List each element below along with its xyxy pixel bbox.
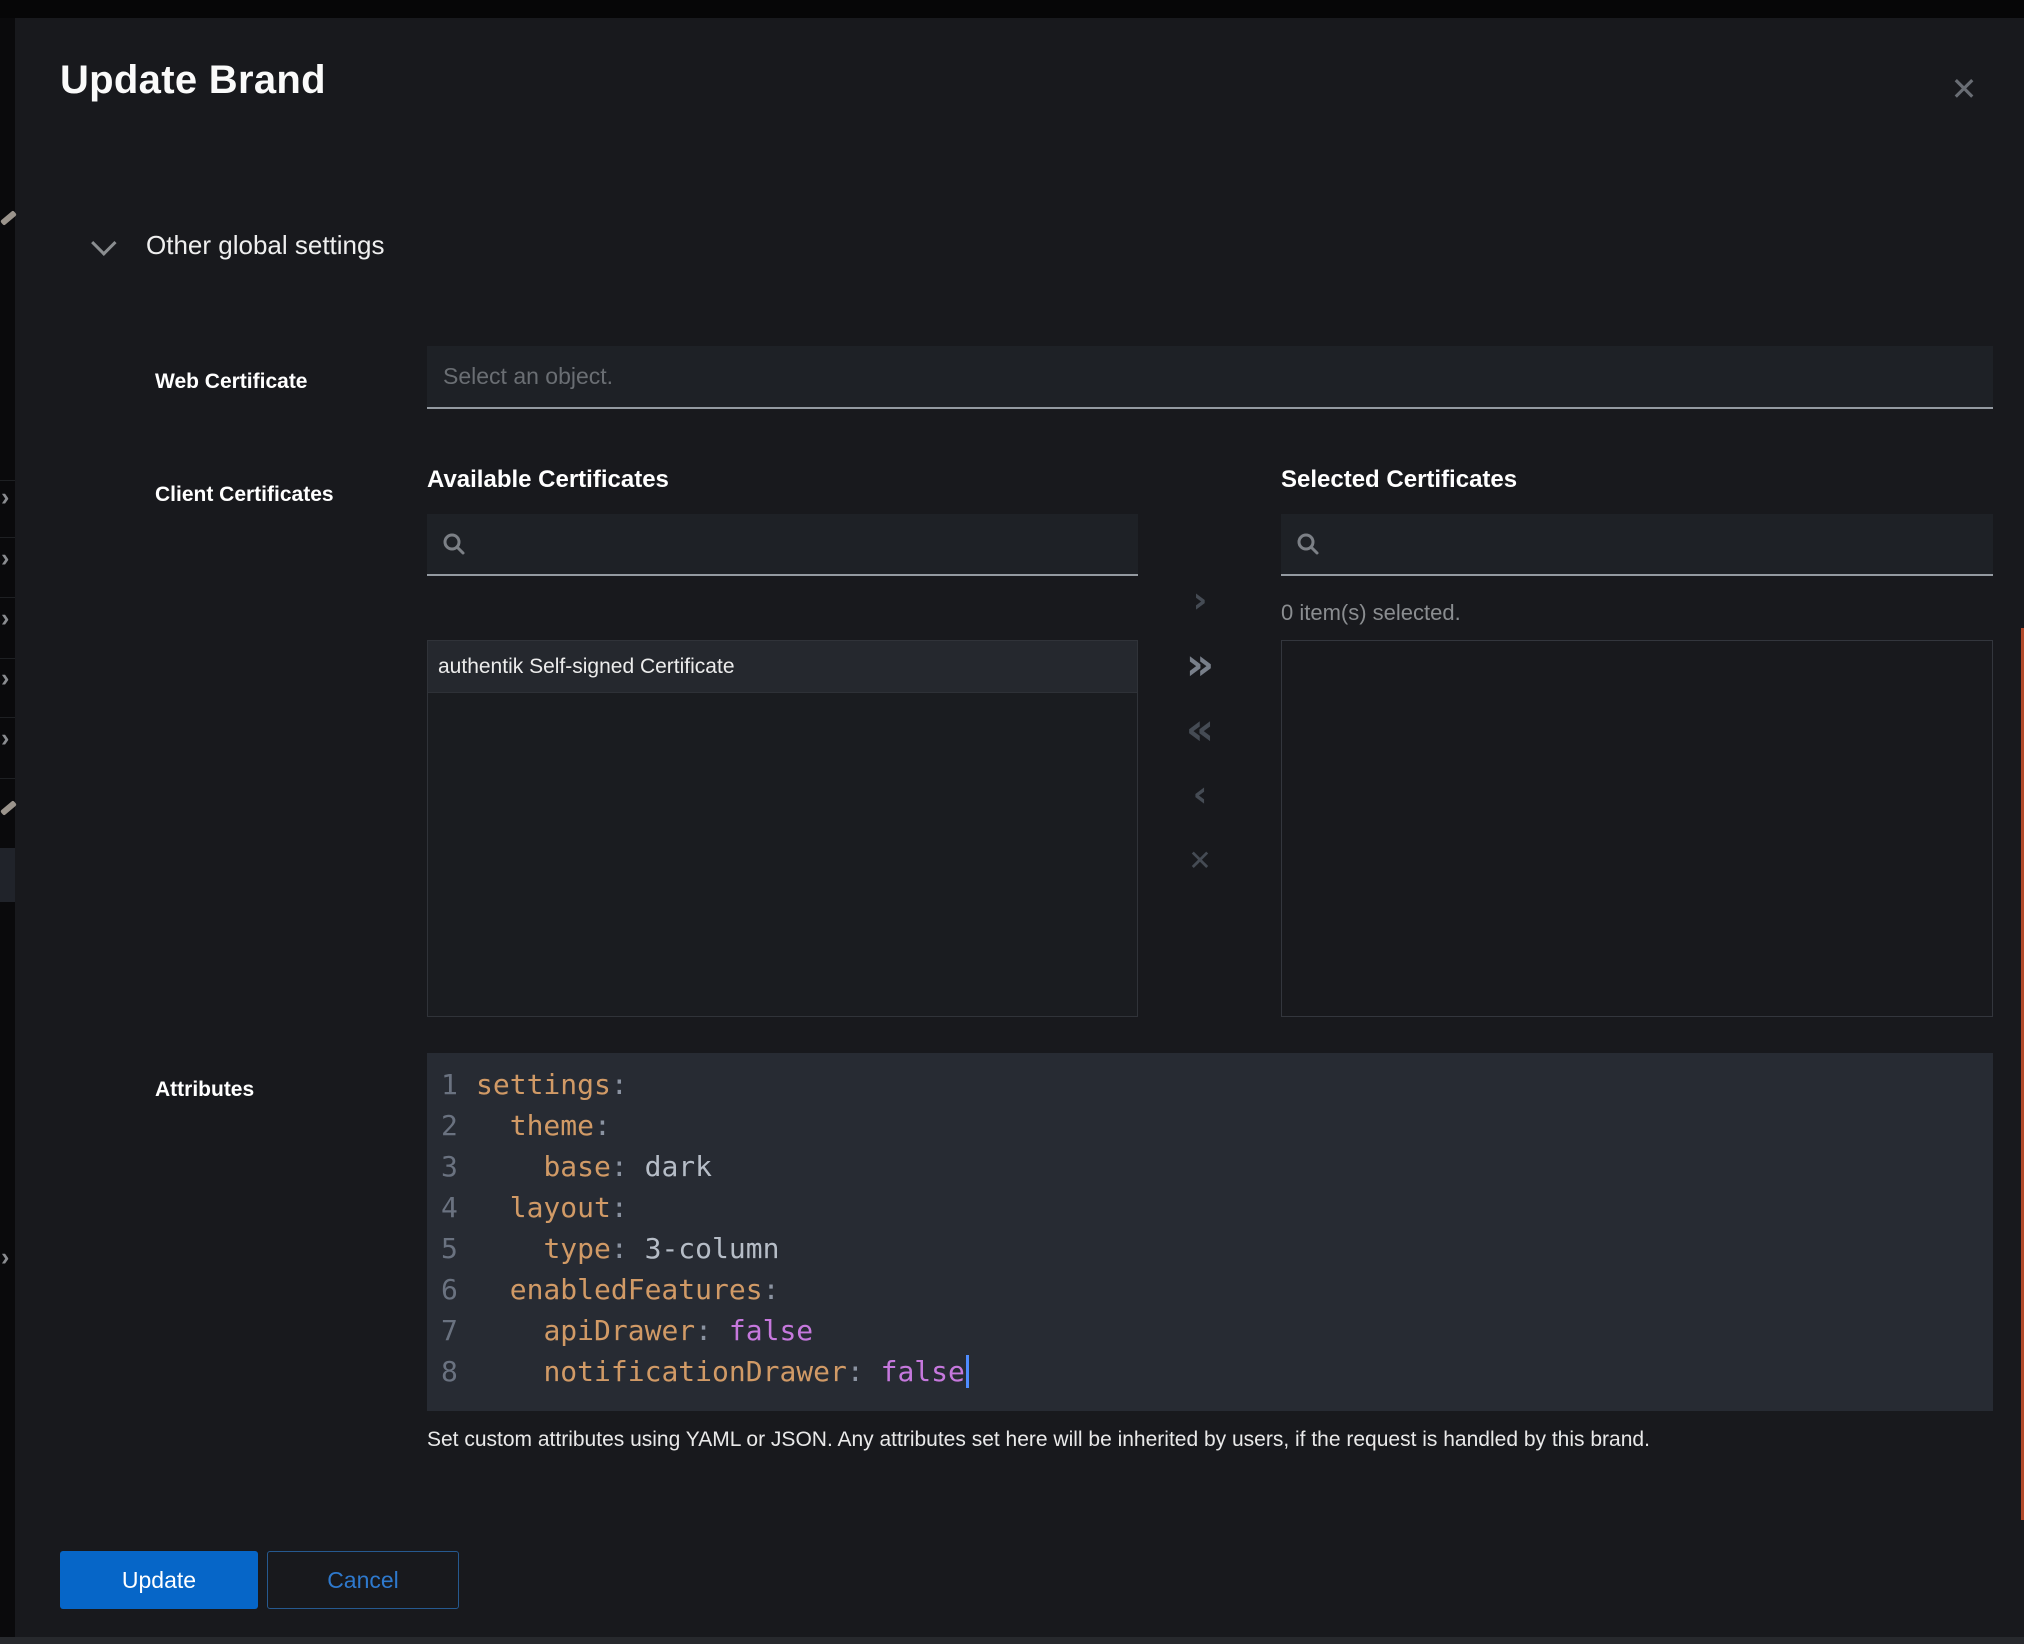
top-edge-strip [0,0,2024,18]
sidebar-chevron-icon-fragment: › [1,666,9,691]
line-number: 8 [427,1351,476,1392]
web-certificate-select[interactable]: Select an object. [427,346,1993,409]
line-number: 7 [427,1310,476,1351]
line-number: 4 [427,1187,476,1228]
attributes-code-editor[interactable]: 1settings:2 theme:3 base: dark4 layout:5… [427,1053,1993,1411]
sidebar-chevron-icon-fragment: › [1,1245,9,1270]
sidebar-divider [0,658,15,659]
update-brand-modal-screen: › › › › › › Update Brand ✕ Other global … [0,0,2024,1644]
attributes-help-text: Set custom attributes using YAML or JSON… [427,1428,1947,1452]
sidebar-divider [0,597,15,598]
clear-selection-icon[interactable]: ✕ [1168,837,1232,885]
section-toggle-other-global-settings[interactable]: Other global settings [92,230,384,261]
code-line: 5 type: 3-column [427,1228,1993,1269]
sidebar-chevron-icon-fragment: › [1,726,9,751]
close-icon[interactable]: ✕ [1938,66,1990,112]
line-number: 6 [427,1269,476,1310]
code-line: 8 notificationDrawer: false [427,1351,1993,1392]
modal-title: Update Brand [60,58,326,103]
add-selected-button[interactable]: › [1168,577,1232,625]
selected-search-input[interactable] [1332,530,1978,558]
code-line: 6 enabledFeatures: [427,1269,1993,1310]
line-number: 1 [427,1064,476,1105]
remove-all-button[interactable]: « [1168,706,1232,754]
attributes-label: Attributes [155,1078,254,1102]
bottom-edge-strip [0,1637,2024,1644]
sidebar-divider [0,480,15,481]
line-number: 5 [427,1228,476,1269]
client-certificates-label: Client Certificates [155,483,334,507]
sidebar-chevron-icon-fragment: › [1,485,9,510]
line-number: 2 [427,1105,476,1146]
sidebar-chevron-icon-fragment: › [1,546,9,571]
code-line: 4 layout: [427,1187,1993,1228]
code-line: 1settings: [427,1064,1993,1105]
line-number: 3 [427,1146,476,1187]
available-certificates-list[interactable]: authentik Self-signed Certificate [427,640,1138,1017]
sidebar-chevron-icon-fragment: › [1,606,9,631]
code-line: 7 apiDrawer: false [427,1310,1993,1351]
code-line: 2 theme: [427,1105,1993,1146]
available-search-input[interactable] [478,530,1123,558]
add-all-button[interactable]: » [1168,641,1232,689]
selected-count-status: 0 item(s) selected. [1281,600,1461,626]
remove-selected-button[interactable]: ‹ [1168,771,1232,819]
background-sidebar-strip [0,18,15,1644]
section-label: Other global settings [146,230,384,261]
web-certificate-placeholder: Select an object. [443,363,613,390]
web-certificate-label: Web Certificate [155,370,308,394]
search-icon [1296,532,1320,556]
cancel-button[interactable]: Cancel [267,1551,459,1609]
chevron-down-icon [91,230,116,255]
sidebar-divider [0,537,15,538]
selected-certificates-list[interactable] [1281,640,1993,1017]
selected-search-box[interactable] [1281,514,1993,576]
text-cursor [966,1355,969,1388]
certificate-list-item[interactable]: authentik Self-signed Certificate [428,641,1137,693]
sidebar-divider [0,717,15,718]
search-icon [442,532,466,556]
selected-certificates-heading: Selected Certificates [1281,466,1517,494]
available-certificates-heading: Available Certificates [427,466,669,494]
sidebar-active-row-fragment [0,848,15,902]
code-line: 3 base: dark [427,1146,1993,1187]
update-button[interactable]: Update [60,1551,258,1609]
available-search-box[interactable] [427,514,1138,576]
sidebar-divider [0,778,15,779]
